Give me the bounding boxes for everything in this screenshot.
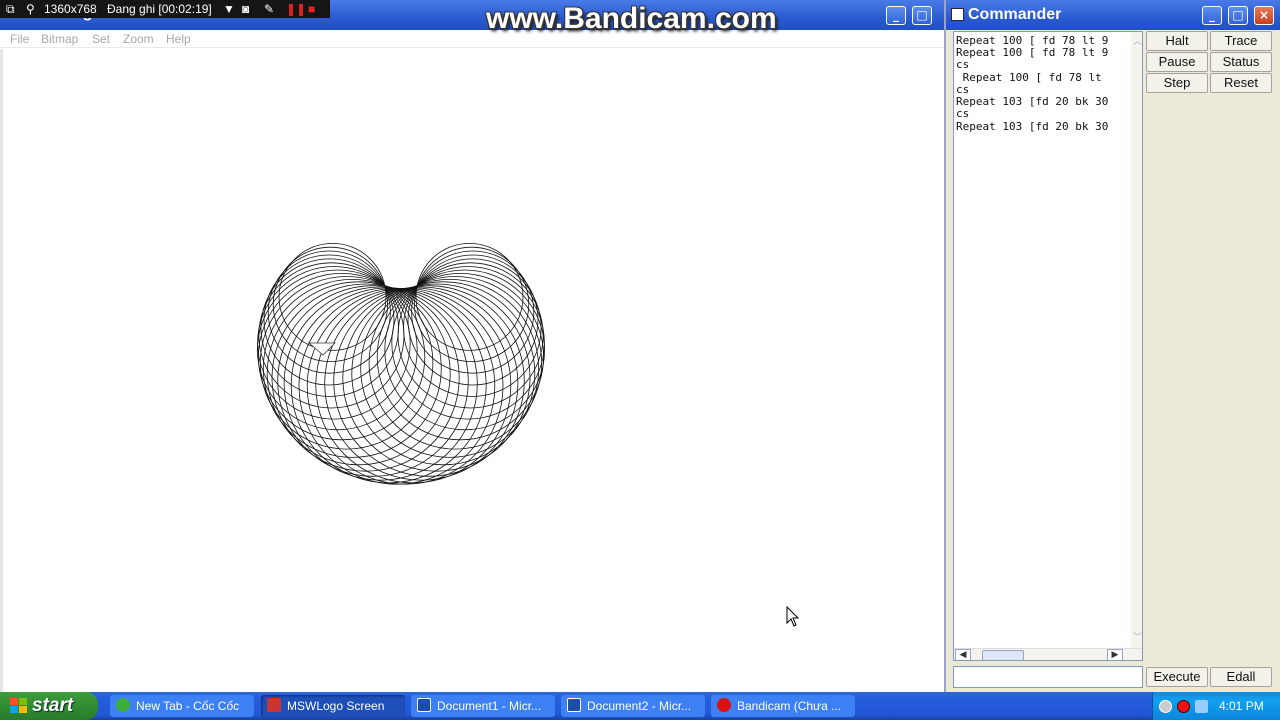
drawn-circle — [258, 273, 426, 441]
drawn-circle — [376, 273, 545, 441]
window-icon[interactable]: ⧉ — [6, 2, 15, 17]
task-label: Document2 - Micr... — [587, 699, 692, 713]
drawn-circle — [283, 286, 478, 481]
menu-set[interactable]: Set — [92, 32, 110, 46]
chevron-down-icon[interactable]: ▼ — [223, 2, 235, 16]
chevron-up-icon[interactable]: ︿ — [1133, 34, 1142, 47]
mouse-cursor-icon — [786, 606, 800, 627]
history-line[interactable]: cs — [956, 59, 969, 71]
task-label: MSWLogo Screen — [287, 699, 385, 713]
bandicam-resolution: 1360x768 — [44, 2, 97, 16]
pause-button[interactable]: Pause — [1146, 52, 1208, 72]
logo-drawing-canvas[interactable] — [0, 49, 944, 692]
minimize-icon[interactable]: _ — [886, 6, 906, 25]
pencil-icon[interactable]: ✎ — [264, 2, 274, 16]
menu-file[interactable]: File — [10, 32, 29, 46]
start-button[interactable]: start — [0, 692, 98, 720]
minimize-icon[interactable]: _ — [1202, 6, 1222, 25]
logo-menubar: File Bitmap Set Zoom Help — [0, 30, 944, 48]
stop-icon[interactable]: ■ — [308, 2, 315, 16]
history-line[interactable]: Repeat 100 [ fd 78 lt 9 — [956, 47, 1108, 59]
bandicam-watermark: www.Bandicam.com — [486, 2, 777, 35]
camera-icon[interactable]: ◙ — [242, 2, 249, 16]
task-document2[interactable]: Document2 - Micr... — [561, 695, 705, 717]
halt-button[interactable]: Halt — [1146, 31, 1208, 51]
mswlogo-window: MSWLogo Screen _ □ File Bitmap Set Zoom … — [0, 0, 944, 692]
turtle-drawing — [256, 242, 546, 485]
drawn-circle — [290, 287, 487, 484]
chevron-left-icon[interactable]: ◀ — [955, 649, 971, 660]
maximize-icon[interactable]: □ — [912, 6, 932, 25]
windows-logo-icon — [10, 698, 27, 713]
tray-back-icon[interactable] — [1159, 700, 1172, 713]
commander-title: Commander — [968, 6, 1062, 23]
bandicam-recording-status: Đang ghi [00:02:19] — [107, 2, 212, 16]
trace-button[interactable]: Trace — [1210, 31, 1272, 51]
execute-button[interactable]: Execute — [1146, 667, 1208, 687]
history-line[interactable]: Repeat 100 [ fd 78 lt — [956, 72, 1102, 84]
commander-history-list[interactable]: Repeat 100 [ fd 78 lt 9 Repeat 100 [ fd … — [953, 31, 1143, 661]
word-icon — [567, 698, 581, 712]
network-icon[interactable] — [1195, 700, 1208, 713]
history-line[interactable]: Repeat 103 [fd 20 bk 30 — [956, 121, 1108, 133]
pause-icon[interactable]: ❚❚ — [286, 2, 306, 16]
history-horizontal-scrollbar[interactable]: ◀ ▶ — [954, 648, 1142, 660]
reset-button[interactable]: Reset — [1210, 73, 1272, 93]
drawn-circle — [315, 287, 512, 484]
bandicam-icon — [717, 698, 731, 712]
chevron-right-icon[interactable]: ▶ — [1107, 649, 1123, 660]
mswlogo-icon — [267, 698, 281, 712]
status-button[interactable]: Status — [1210, 52, 1272, 72]
task-bandicam[interactable]: Bandicam (Chưa ... — [711, 695, 855, 717]
step-button[interactable]: Step — [1146, 73, 1208, 93]
commander-window: Commander _ □ × Repeat 100 [ fd 78 lt 9 … — [944, 0, 1280, 692]
menu-help[interactable]: Help — [166, 32, 191, 46]
taskbar: start New Tab - Cốc Cốc MSWLogo Screen D… — [0, 692, 1280, 720]
task-document1[interactable]: Document1 - Micr... — [411, 695, 555, 717]
task-coccoc[interactable]: New Tab - Cốc Cốc — [110, 695, 254, 717]
menu-bitmap[interactable]: Bitmap — [41, 32, 78, 46]
maximize-icon[interactable]: □ — [1228, 6, 1248, 25]
menu-zoom[interactable]: Zoom — [123, 32, 154, 46]
coccoc-icon — [116, 698, 130, 712]
record-icon[interactable] — [1177, 700, 1190, 713]
history-line[interactable]: Repeat 103 [fd 20 bk 30 — [956, 96, 1108, 108]
task-mswlogo[interactable]: MSWLogo Screen — [261, 695, 405, 717]
chevron-down-icon[interactable]: ﹀ — [1133, 630, 1142, 643]
task-label: Document1 - Micr... — [437, 699, 542, 713]
close-icon[interactable]: × — [1254, 6, 1274, 25]
task-label: New Tab - Cốc Cốc — [136, 699, 240, 713]
task-label: Bandicam (Chưa ... — [737, 699, 842, 713]
bandicam-toolbar: ⧉ ⚲ 1360x768 Đang ghi [00:02:19] ▼ ◙ ✎ ❚… — [0, 0, 330, 18]
edall-button[interactable]: Edall — [1210, 667, 1272, 687]
word-icon — [417, 698, 431, 712]
commander-titlebar[interactable]: Commander _ □ × — [946, 0, 1280, 30]
history-vertical-scrollbar[interactable]: ︿ ﹀ — [1131, 32, 1142, 648]
scroll-thumb[interactable] — [982, 650, 1024, 660]
system-tray: 4:01 PM — [1152, 692, 1280, 720]
commander-input[interactable] — [953, 666, 1143, 688]
history-line[interactable]: cs — [956, 108, 969, 120]
clock: 4:01 PM — [1219, 699, 1264, 713]
drawn-circle — [324, 286, 519, 481]
search-icon[interactable]: ⚲ — [26, 2, 35, 16]
commander-app-icon — [951, 8, 964, 21]
start-label: start — [32, 695, 74, 716]
